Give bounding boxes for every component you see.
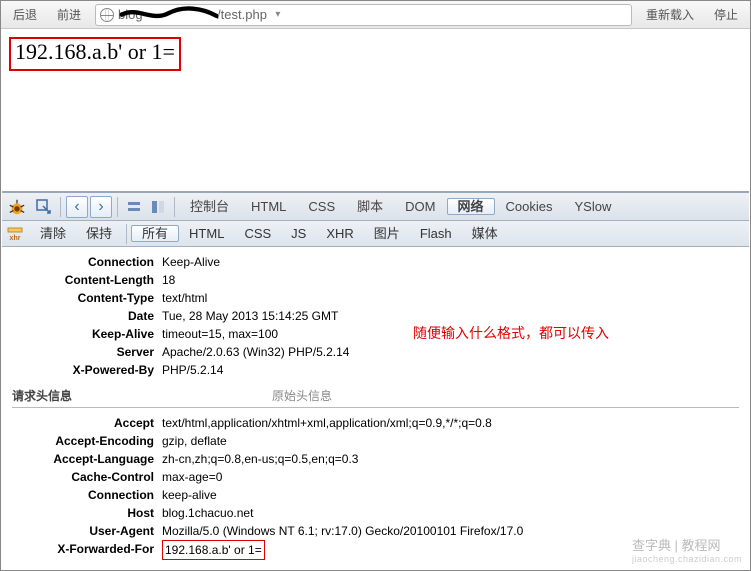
header-row: ServerApache/2.0.63 (Win32) PHP/5.2.14 <box>12 343 739 361</box>
header-value: max-age=0 <box>162 468 222 486</box>
header-name: Keep-Alive <box>12 325 162 343</box>
watermark: 查字典 | 教程网 jiaocheng.chazidian.com <box>632 535 742 564</box>
header-name: Connection <box>12 253 162 271</box>
redaction-scribble-icon <box>118 5 218 23</box>
nav-back[interactable]: 后退 <box>7 4 43 25</box>
filter-tab-js[interactable]: JS <box>281 226 316 241</box>
page-output-highlight: 192.168.a.b' or 1= <box>9 37 181 71</box>
chevron-down-icon[interactable]: ▾ <box>271 9 285 20</box>
filter-tab-html[interactable]: HTML <box>179 226 234 241</box>
header-row: X-Powered-ByPHP/5.2.14 <box>12 361 739 379</box>
header-name: X-Powered-By <box>12 361 162 379</box>
filter-tab-图片[interactable]: 图片 <box>364 226 410 241</box>
header-value: blog.1chacuo.net <box>162 504 253 522</box>
header-name: Server <box>12 343 162 361</box>
url-text: blog.1chacuo.net/test.php <box>118 7 267 22</box>
headers-pane[interactable]: ConnectionKeep-AliveContent-Length18Cont… <box>2 247 749 569</box>
devtools-tab-html[interactable]: HTML <box>240 198 297 215</box>
header-row: Cache-Controlmax-age=0 <box>12 468 739 486</box>
filter-tab-xhr[interactable]: XHR <box>316 226 363 241</box>
header-row: X-Forwarded-For192.168.a.b' or 1= <box>12 540 739 560</box>
devtools-tab-控制台[interactable]: 控制台 <box>179 198 240 215</box>
header-value: zh-cn,zh;q=0.8,en-us;q=0.5,en;q=0.3 <box>162 450 358 468</box>
nav-stop[interactable]: 停止 <box>708 4 744 25</box>
history-back-icon[interactable]: ‹ <box>66 196 88 218</box>
header-value: PHP/5.2.14 <box>162 361 223 379</box>
header-name: Connection <box>12 486 162 504</box>
filter-tab-所有[interactable]: 所有 <box>131 225 179 242</box>
header-value: Keep-Alive <box>162 253 220 271</box>
devtools-sub-toolbar: xhr 清除保持 所有HTMLCSSJSXHR图片Flash媒体 <box>2 221 749 247</box>
header-row: Accept-Languagezh-cn,zh;q=0.8,en-us;q=0.… <box>12 450 739 468</box>
svg-text:xhr: xhr <box>10 235 21 242</box>
devtools-tab-yslow[interactable]: YSlow <box>563 198 622 215</box>
devtools-tab-网络[interactable]: 网络 <box>447 198 495 215</box>
header-value: timeout=15, max=100 <box>162 325 278 343</box>
header-row: Hostblog.1chacuo.net <box>12 504 739 522</box>
net-btn-清除[interactable]: 清除 <box>30 226 76 241</box>
browser-toolbar: 后退 前进 blog.1chacuo.net/test.php ▾ 重新载入 停… <box>1 1 750 29</box>
header-name: User-Agent <box>12 522 162 540</box>
nav-forward[interactable]: 前进 <box>51 4 87 25</box>
devtools-tab-脚本[interactable]: 脚本 <box>346 198 394 215</box>
header-value: text/html,application/xhtml+xml,applicat… <box>162 414 492 432</box>
filter-tab-flash[interactable]: Flash <box>410 226 462 241</box>
header-row: DateTue, 28 May 2013 15:14:25 GMT <box>12 307 739 325</box>
header-row: Accept-Encodinggzip, deflate <box>12 432 739 450</box>
header-value: Tue, 28 May 2013 15:14:25 GMT <box>162 307 338 325</box>
filter-tab-媒体[interactable]: 媒体 <box>462 226 508 241</box>
header-value: Apache/2.0.63 (Win32) PHP/5.2.14 <box>162 343 349 361</box>
firebug-icon[interactable] <box>6 198 28 216</box>
header-value: 192.168.a.b' or 1= <box>162 540 265 560</box>
inspect-icon[interactable] <box>33 197 55 217</box>
history-forward-icon[interactable]: › <box>90 196 112 218</box>
toolbar-icon-1[interactable] <box>123 197 145 217</box>
header-name: Host <box>12 504 162 522</box>
devtools-tab-dom[interactable]: DOM <box>394 198 446 215</box>
header-row: Connectionkeep-alive <box>12 486 739 504</box>
address-bar[interactable]: blog.1chacuo.net/test.php ▾ <box>95 4 632 26</box>
header-row: User-AgentMozilla/5.0 (Windows NT 6.1; r… <box>12 522 739 540</box>
header-value: gzip, deflate <box>162 432 227 450</box>
header-row: Content-Length18 <box>12 271 739 289</box>
header-row: Keep-Alivetimeout=15, max=100 <box>12 325 739 343</box>
header-row: Accepttext/html,application/xhtml+xml,ap… <box>12 414 739 432</box>
header-row: ConnectionKeep-Alive <box>12 253 739 271</box>
header-name: Content-Length <box>12 271 162 289</box>
header-value: keep-alive <box>162 486 217 504</box>
globe-icon <box>100 8 114 22</box>
xhr-icon: xhr <box>6 225 24 243</box>
header-name: Cache-Control <box>12 468 162 486</box>
nav-reload[interactable]: 重新载入 <box>640 4 700 25</box>
header-value: 18 <box>162 271 175 289</box>
header-value: Mozilla/5.0 (Windows NT 6.1; rv:17.0) Ge… <box>162 522 523 540</box>
page-content: 192.168.a.b' or 1= <box>1 29 750 79</box>
header-name: Date <box>12 307 162 325</box>
header-name: Accept-Encoding <box>12 432 162 450</box>
devtools-main-toolbar: ‹ › 控制台HTMLCSS脚本DOM网络CookiesYSlow <box>2 193 749 221</box>
header-row: Content-Typetext/html <box>12 289 739 307</box>
annotation-text: 随便输入什么格式，都可以传入 <box>413 323 609 343</box>
section-label: 请求头信息 <box>12 387 72 405</box>
raw-headers-link[interactable]: 原始头信息 <box>272 387 332 405</box>
devtools-tab-cookies[interactable]: Cookies <box>495 198 564 215</box>
net-btn-保持[interactable]: 保持 <box>76 226 122 241</box>
header-name: Accept <box>12 414 162 432</box>
header-name: X-Forwarded-For <box>12 540 162 560</box>
header-name: Accept-Language <box>12 450 162 468</box>
toolbar-icon-2[interactable] <box>147 197 169 217</box>
header-name: Content-Type <box>12 289 162 307</box>
request-headers-section: 请求头信息 原始头信息 <box>12 387 739 408</box>
devtools-panel: ‹ › 控制台HTMLCSS脚本DOM网络CookiesYSlow xhr 清除… <box>2 191 749 569</box>
devtools-tab-css[interactable]: CSS <box>297 198 346 215</box>
header-value: text/html <box>162 289 207 307</box>
filter-tab-css[interactable]: CSS <box>234 226 281 241</box>
